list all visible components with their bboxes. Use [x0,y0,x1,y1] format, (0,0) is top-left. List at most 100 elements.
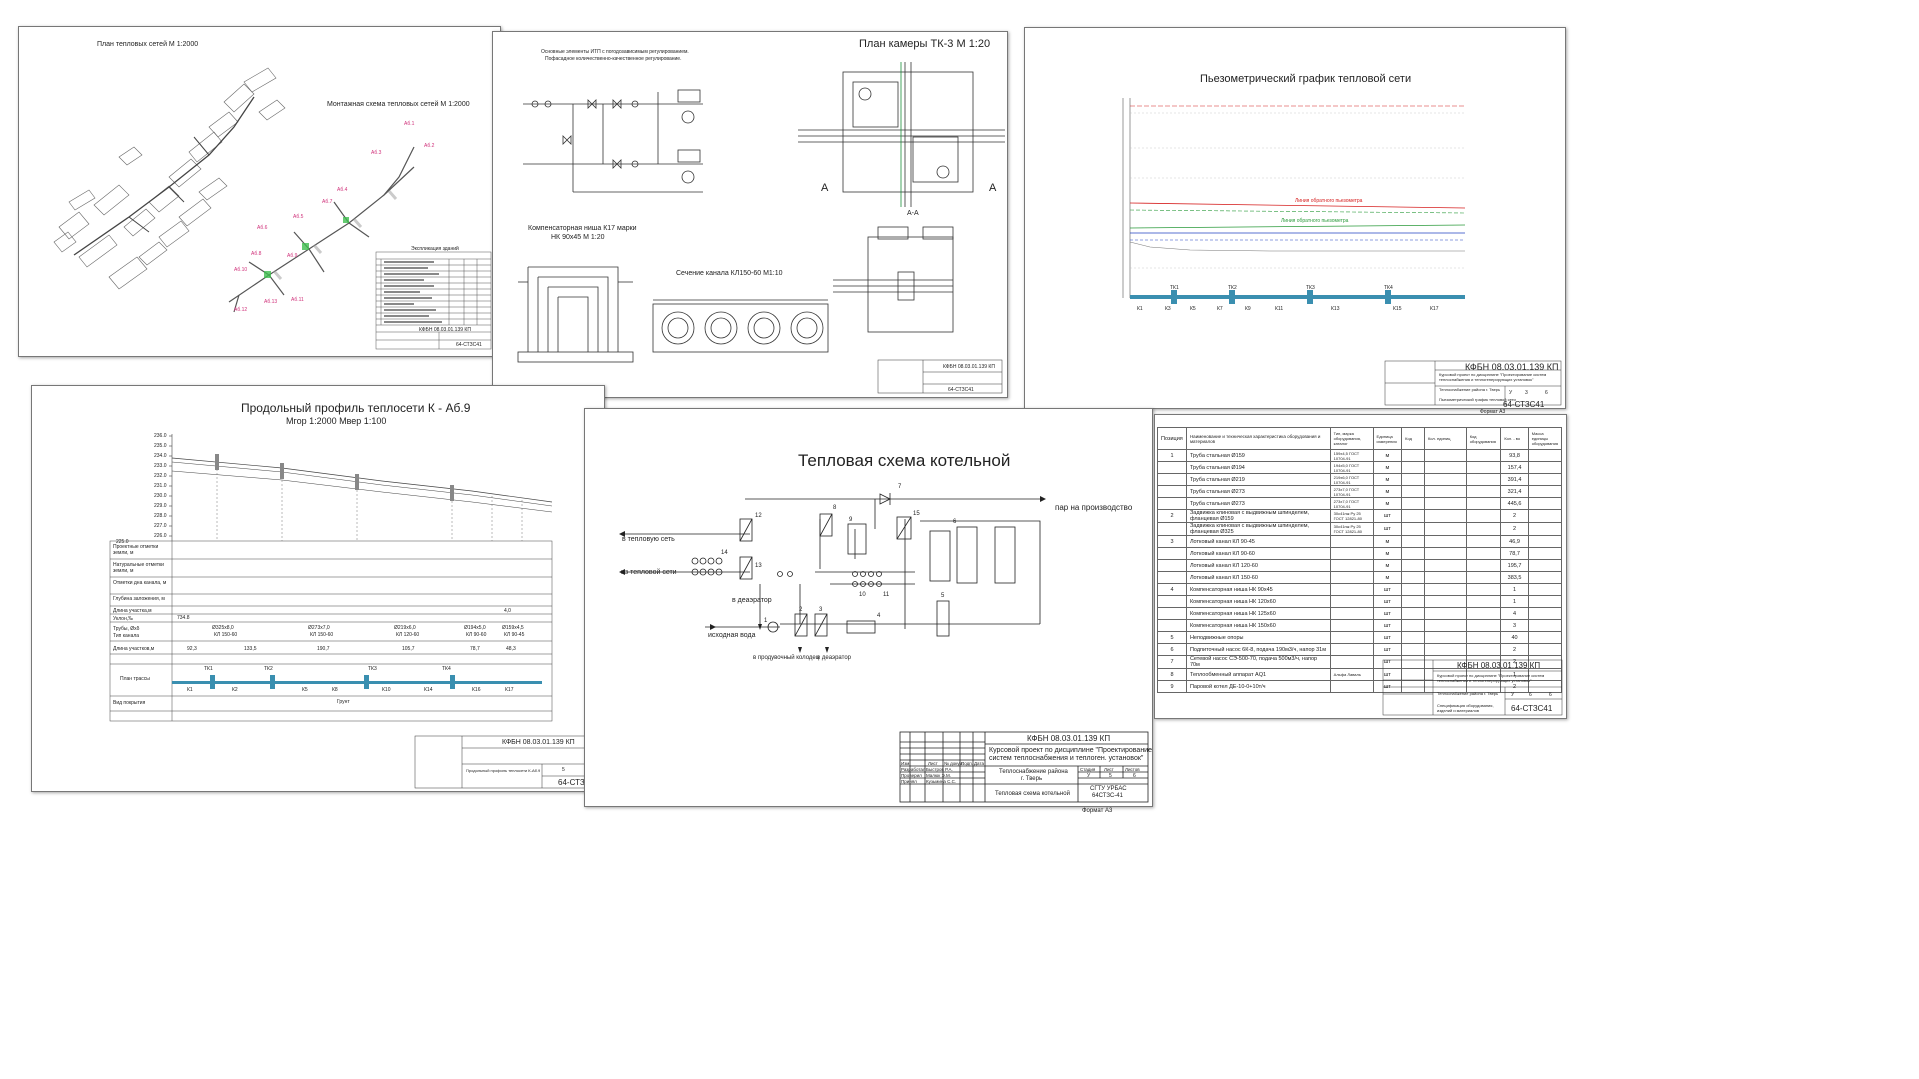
tk-label: ТК1 [204,666,213,672]
niche-subtitle: НК 90х45 М 1:20 [551,234,605,241]
tk-label: ТК2 [264,666,273,672]
k-label: К3 [1165,306,1171,312]
cover-label: Грунт [337,699,350,705]
row-label: Уклон,‰ [113,616,134,622]
node-label: ТК1 [1170,285,1179,291]
stamp-letter: У [1511,692,1515,698]
length-label: 133,5 [244,646,257,652]
node-label: Аб.6 [257,225,268,231]
y-tick: 236.0 [154,433,167,439]
sheet-longitudinal-profile[interactable]: Продольный профиль теплосети К - Аб.9 Мг… [31,385,605,792]
stamp-stage-header: Стадия [1080,767,1096,772]
stamp-sheet-no: 5 [562,767,565,773]
stamp-sheet: 64-СТЗС41 [1511,704,1553,713]
item-number: 8 [833,505,837,511]
stamp-code: КФБН 08.03.01.139 КП [1465,362,1559,372]
stamp-stage: У [1087,773,1091,779]
node-label: Аб.7 [322,199,333,205]
supply-line-label: Линия обратного пьезометра [1281,218,1349,224]
pipe-label: Ø159х4,5 [502,625,524,631]
profile-title: Продольный профиль теплосети К - Аб.9 [241,401,471,415]
k-label: К11 [1275,306,1284,312]
node-label: Аб.10 [234,267,248,273]
tk-label: ТК3 [368,666,377,672]
sheet-itp-details[interactable]: Основные элементы ИТП с погодозависимым … [492,31,1008,398]
item-number: 4 [877,613,881,619]
k-label: К1 [1137,306,1143,312]
stamp-hdr-list: Лист [928,761,938,766]
network-plan-drawing [53,67,492,350]
node-label: ТК2 [1228,285,1237,291]
row-label: Трубы, Øxδ [113,626,140,632]
y-tick: 227.0 [154,523,167,529]
channel-label: КЛ 90-45 [504,632,525,638]
sheet-piezometric-graph[interactable]: Пьезометрический график тепловой сети Ли… [1024,27,1566,409]
row-label: Длина участков,м [113,646,155,652]
slope-right: 4,0 [504,608,511,614]
stamp-sheet: 64-СТЗ [558,778,585,787]
stamp-caption: Спецификация оборудования, изделий и мат… [1437,703,1494,713]
stamp-code: КФБН 08.03.01.139 КП [1457,661,1541,670]
label-from-network: из тепловой сети [621,569,677,576]
stamp-code: КФБН 08.03.01.139 КП [502,739,575,746]
stamp-code: КФБН 08.03.01.139 КП [943,364,995,370]
node-label: Аб.3 [371,150,382,156]
length-label: 48,3 [506,646,516,652]
node-label: Аб.12 [234,307,248,313]
k-label: К5 [1190,306,1196,312]
stamp-hdr-sign: Подп. [961,761,973,766]
stamp-sheets-total: 6 [1545,390,1548,396]
niche-title: Компенсаторная ниша К17 марки [528,225,637,232]
item-number: 13 [755,563,762,569]
node-label: ТК4 [1384,285,1393,291]
k-label: К14 [424,687,433,693]
node-label: Аб.2 [424,143,435,149]
k-label: К17 [1430,306,1439,312]
item-number: 12 [755,513,762,519]
format-label: Формат А3 [1082,808,1113,814]
row-label: Вид покрытия [113,700,146,706]
k-label: К10 [382,687,391,693]
item-number: 14 [721,550,728,556]
k-label: К16 [472,687,481,693]
label-drain: в продувочный колодец [753,655,820,661]
stamp-sheets-header: Листов [1125,767,1140,772]
item-number: 7 [898,484,902,490]
stamp-hdr-izm: Изм [901,761,910,766]
stamp-project: Курсовой проект по дисциплине "Проектиро… [1437,673,1545,683]
cut-marker-left: А [821,182,829,194]
stamp-sheets-total: 6 [1549,692,1552,698]
slope-left: 734.8 [177,615,190,621]
stamp-city: Теплоснабжение района [999,769,1068,775]
row-label: Отметки дна канала, м [113,580,167,586]
row-label: Проектные отметки земли, м [113,544,159,556]
stamp-letter: У [1509,390,1513,396]
tk-label: ТК4 [442,666,451,672]
pipe-label: Ø219х6,0 [394,625,416,631]
node-label: Аб.4 [337,187,348,193]
item-number: 9 [849,517,853,523]
channel-label: КЛ 150-60 [310,632,334,638]
stamp-org-2: 64СТЗС-41 [1092,793,1123,799]
row-label: Тип канала [113,633,140,639]
node-label: Аб.1 [404,121,415,127]
item-number: 3 [819,607,823,613]
stamp-name-check: Малюк Э.М. [926,773,952,778]
stamp-project: Курсовой проект по дисциплине "Проектиро… [1439,372,1547,382]
stamp-hdr-date: Дата [974,761,984,766]
sheet-boiler-scheme[interactable]: Тепловая схема котельной пар на производ… [584,408,1153,807]
k-label: К13 [1331,306,1340,312]
network-plan-title: План тепловых сетей М 1:2000 [97,41,199,48]
sheet-network-plan[interactable]: План тепловых сетей М 1:2000 Монтажная с… [18,26,501,357]
cut-marker-right: А [989,182,997,194]
stamp-role-accept: Принял [901,779,917,784]
stamp-sheet: 64-СТЗС41 [948,387,974,393]
k-label: К9 [1245,306,1251,312]
item-number: 11 [883,592,890,598]
profile-drawing [109,434,601,789]
node-label: Аб.8 [251,251,262,257]
stamp-caption: Тепловая схема котельной [995,791,1070,797]
boiler-scheme-title: Тепловая схема котельной [798,451,1011,470]
length-label: 190,7 [317,646,330,652]
sheet-specification[interactable]: Позиция Наименование и техническая харак… [1154,414,1567,719]
